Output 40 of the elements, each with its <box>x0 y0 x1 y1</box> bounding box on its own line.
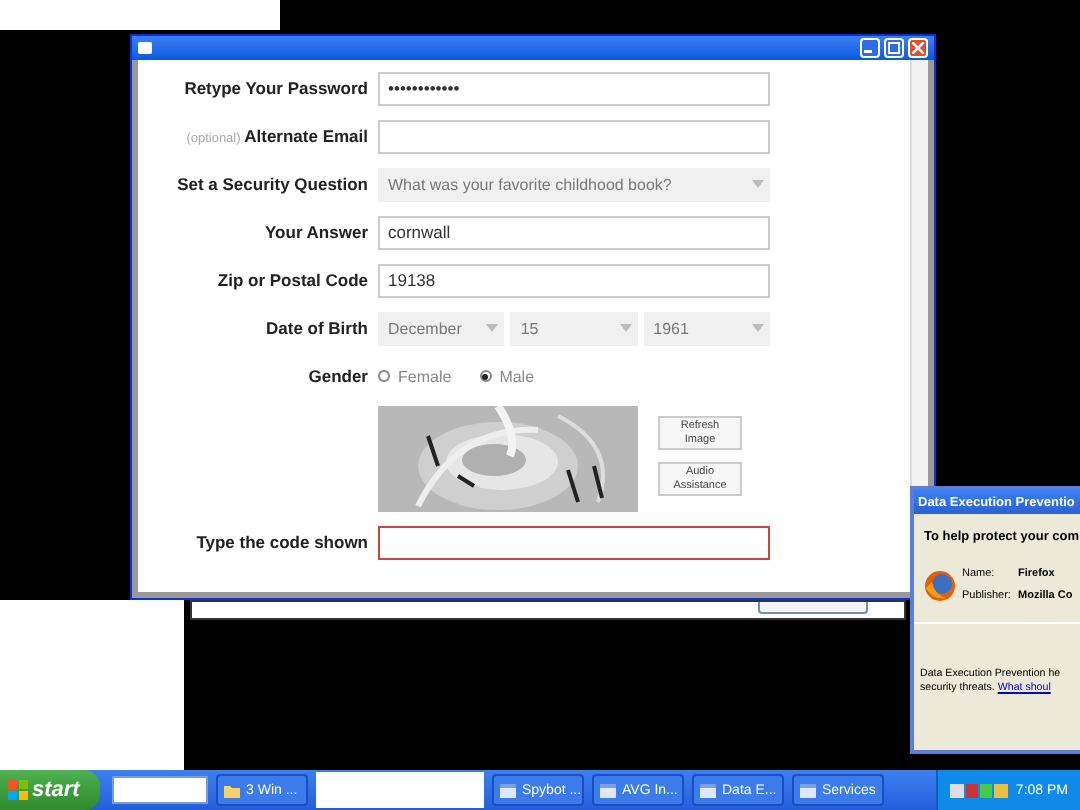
close-button[interactable] <box>908 38 928 58</box>
field-label: Zip or Postal Code <box>217 270 368 290</box>
field-label: Type the code shown <box>196 532 368 552</box>
dropdown-arrow-icon <box>752 180 764 188</box>
field-label: Date of Birth <box>266 318 368 338</box>
input-field[interactable] <box>378 525 770 559</box>
dropdown[interactable]: 15 <box>510 311 638 345</box>
field-label: Gender <box>308 366 368 386</box>
input-field[interactable]: •••••••••••• <box>378 71 770 105</box>
dropdown-arrow-icon <box>486 324 499 332</box>
field-label: Retype Your Password <box>184 78 368 98</box>
folder-icon <box>224 783 240 797</box>
window-icon <box>800 783 816 797</box>
radio-button[interactable] <box>479 370 492 382</box>
dropdown-arrow-icon <box>751 324 764 332</box>
window-icon <box>500 783 516 797</box>
maximize-icon <box>888 42 900 54</box>
globe-icon <box>924 569 956 601</box>
radio-label: Female <box>398 367 452 385</box>
field-label: Set a Security Question <box>177 174 368 194</box>
window-icon <box>600 783 616 797</box>
dropdown[interactable]: December <box>378 311 505 345</box>
window-icon <box>700 783 716 797</box>
minimize-button[interactable] <box>860 38 880 58</box>
dropdown[interactable]: What was your favorite childhood book? <box>378 167 770 201</box>
field-label: Your Answer <box>265 222 368 242</box>
window-icon <box>138 42 152 54</box>
input-field[interactable]: 19138 <box>378 263 770 297</box>
start-button[interactable]: start <box>0 770 100 810</box>
maximize-button[interactable] <box>884 38 904 58</box>
dialog-button[interactable] <box>758 602 868 614</box>
radio-button[interactable] <box>378 370 390 382</box>
address-field[interactable] <box>112 776 208 804</box>
close-icon <box>912 42 924 54</box>
input-field[interactable]: cornwall <box>378 215 770 249</box>
radio-label: Male <box>499 367 535 385</box>
dropdown[interactable]: 1961 <box>643 311 770 345</box>
flag-icon <box>8 780 28 800</box>
dropdown-arrow-icon <box>619 324 632 332</box>
tray-icons <box>949 781 1010 799</box>
